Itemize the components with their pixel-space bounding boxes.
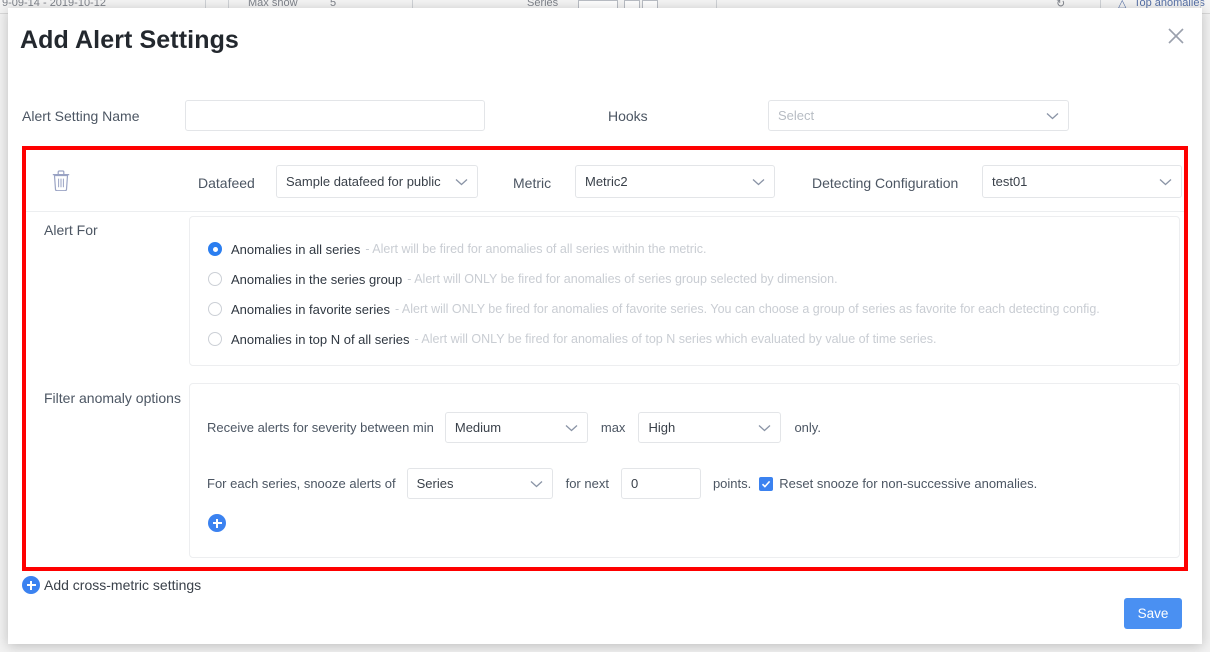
hooks-select[interactable]: Select <box>768 100 1069 131</box>
chevron-down-icon <box>565 419 578 437</box>
add-cross-metric-settings-button[interactable]: Add cross-metric settings <box>22 576 201 594</box>
filter-anomaly-options-label: Filter anomaly options <box>44 390 181 406</box>
plus-circle-icon <box>208 514 226 532</box>
radio-description: - Alert will be fired for anomalies of a… <box>365 242 706 256</box>
severity-min-value: Medium <box>455 420 559 435</box>
alert-for-label: Alert For <box>44 222 98 238</box>
severity-max-value: High <box>648 420 752 435</box>
chevron-down-icon <box>530 475 543 493</box>
detecting-configuration-select[interactable]: test01 <box>982 165 1182 198</box>
reset-snooze-label: Reset snooze for non-successive anomalie… <box>779 476 1037 491</box>
snooze-scope-value: Series <box>417 476 524 491</box>
chevron-down-icon <box>455 173 468 191</box>
severity-min-select[interactable]: Medium <box>445 412 588 443</box>
chevron-down-icon <box>1046 107 1059 125</box>
severity-filter-row: Receive alerts for severity between min … <box>207 412 821 443</box>
alert-setting-name-input[interactable] <box>185 100 485 131</box>
radio-button-icon <box>208 302 222 316</box>
snooze-prefix-text: For each series, snooze alerts of <box>207 476 396 491</box>
snooze-points-suffix-text: points. <box>713 476 751 491</box>
snooze-for-next-text: for next <box>566 476 609 491</box>
highlight-region: Datafeed Sample datafeed for public Metr… <box>22 146 1188 571</box>
add-cross-metric-settings-label: Add cross-metric settings <box>44 577 201 593</box>
radio-button-icon <box>208 332 222 346</box>
radio-label: Anomalies in the series group <box>231 272 402 287</box>
radio-description: - Alert will ONLY be fired for anomalies… <box>407 272 837 286</box>
snooze-scope-select[interactable]: Series <box>407 468 553 499</box>
metric-select-value: Metric2 <box>585 174 746 189</box>
add-alert-settings-dialog: Add Alert Settings Alert Setting Name Ho… <box>8 8 1202 644</box>
reset-snooze-checkbox[interactable] <box>759 477 773 491</box>
severity-max-select[interactable]: High <box>638 412 781 443</box>
radio-label: Anomalies in all series <box>231 242 360 257</box>
datafeed-label: Datafeed <box>198 175 255 191</box>
hooks-select-value: Select <box>778 108 1040 123</box>
severity-suffix-text: only. <box>794 420 821 435</box>
detecting-configuration-label: Detecting Configuration <box>812 175 958 191</box>
close-icon[interactable] <box>1164 24 1188 48</box>
alert-setting-name-label: Alert Setting Name <box>22 108 140 124</box>
radio-button-icon <box>208 272 222 286</box>
radio-label: Anomalies in top N of all series <box>231 332 409 347</box>
severity-max-text: max <box>601 420 626 435</box>
detecting-configuration-value: test01 <box>992 174 1153 189</box>
radio-anomalies-in-favorite-series[interactable]: Anomalies in favorite series - Alert wil… <box>208 299 1100 319</box>
chevron-down-icon <box>758 419 771 437</box>
hooks-label: Hooks <box>608 108 648 124</box>
metric-select[interactable]: Metric2 <box>575 165 775 198</box>
metric-label: Metric <box>513 175 551 191</box>
chevron-down-icon <box>752 173 765 191</box>
alert-for-options-panel: Anomalies in all series - Alert will be … <box>189 216 1180 366</box>
radio-description: - Alert will ONLY be fired for anomalies… <box>395 302 1100 316</box>
save-button[interactable]: Save <box>1124 598 1182 629</box>
snooze-points-input[interactable] <box>621 468 701 499</box>
filter-anomaly-options-panel: Receive alerts for severity between min … <box>189 383 1180 558</box>
radio-anomalies-in-the-series-group[interactable]: Anomalies in the series group - Alert wi… <box>208 269 838 289</box>
radio-anomalies-in-all-series[interactable]: Anomalies in all series - Alert will be … <box>208 239 706 259</box>
metric-alert-card: Datafeed Sample datafeed for public Metr… <box>26 150 1184 567</box>
snooze-filter-row: For each series, snooze alerts of Series… <box>207 468 1037 499</box>
trash-icon[interactable] <box>52 170 70 196</box>
plus-circle-icon <box>22 576 40 594</box>
datafeed-select-value: Sample datafeed for public <box>286 174 449 189</box>
radio-description: - Alert will ONLY be fired for anomalies… <box>414 332 936 346</box>
add-filter-option-button[interactable] <box>208 514 226 532</box>
datafeed-row: Datafeed Sample datafeed for public Metr… <box>26 150 1184 212</box>
datafeed-select[interactable]: Sample datafeed for public <box>276 165 478 198</box>
radio-label: Anomalies in favorite series <box>231 302 390 317</box>
radio-button-icon <box>208 242 222 256</box>
page-title: Add Alert Settings <box>20 26 239 55</box>
radio-anomalies-in-top-n-of-all-series[interactable]: Anomalies in top N of all series - Alert… <box>208 329 936 349</box>
severity-prefix-text: Receive alerts for severity between min <box>207 420 434 435</box>
chevron-down-icon <box>1159 173 1172 191</box>
